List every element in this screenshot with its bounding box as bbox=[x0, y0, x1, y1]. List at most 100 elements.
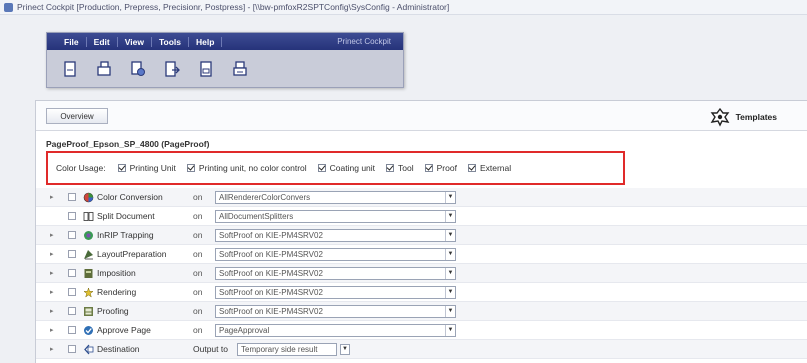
checkbox-label: Printing unit, no color control bbox=[198, 163, 307, 173]
app-icon bbox=[4, 2, 13, 12]
step-enable-checkbox[interactable] bbox=[68, 288, 76, 296]
step-row-split-document: Split Document on AllDocumentSplitters ▼ bbox=[36, 207, 807, 226]
document-edit-button[interactable] bbox=[197, 60, 215, 78]
step-processor-select[interactable]: SoftProof on KIE-PM4SRV02 ▼ bbox=[215, 228, 456, 242]
step-name: Color Conversion bbox=[97, 192, 163, 202]
color-usage-group: Color Usage: Printing Unit Printing unit… bbox=[46, 151, 625, 185]
tool-row bbox=[47, 50, 403, 88]
expand-arrow-icon[interactable]: ▸ bbox=[50, 250, 58, 258]
templates-icon bbox=[710, 107, 729, 127]
panel-caption: Prinect Cockpit bbox=[337, 37, 391, 46]
select-value: AllDocumentSplitters bbox=[219, 211, 294, 221]
step-name: Rendering bbox=[97, 287, 137, 297]
expand-arrow-icon[interactable]: ▸ bbox=[50, 345, 58, 353]
step-processor-select[interactable]: AllDocumentSplitters ▼ bbox=[215, 209, 456, 223]
overview-button[interactable]: Overview bbox=[46, 108, 108, 124]
step-name: Imposition bbox=[97, 268, 136, 278]
checkbox[interactable] bbox=[467, 164, 476, 172]
copy-document-icon bbox=[97, 61, 111, 76]
step-processor-select[interactable]: SoftProof on KIE-PM4SRV02 ▼ bbox=[215, 247, 456, 261]
checkbox[interactable] bbox=[386, 164, 395, 172]
window-title: Prinect Cockpit [Production, Prepress, P… bbox=[17, 2, 450, 12]
destination-icon bbox=[82, 343, 94, 355]
color-usage-proof[interactable]: Proof bbox=[424, 163, 457, 173]
color-usage-printing-unit[interactable]: Printing Unit bbox=[117, 163, 176, 173]
color-usage-tool[interactable]: Tool bbox=[386, 163, 414, 173]
layout-icon bbox=[82, 248, 94, 260]
chevron-down-icon[interactable]: ▼ bbox=[445, 324, 455, 336]
export-document-button[interactable] bbox=[163, 60, 181, 78]
checkbox-label: Tool bbox=[398, 163, 414, 173]
color-usage-coating-unit[interactable]: Coating unit bbox=[317, 163, 375, 173]
color-usage-external[interactable]: External bbox=[467, 163, 512, 173]
step-name: InRIP Trapping bbox=[97, 230, 154, 240]
menu-file[interactable]: File bbox=[57, 36, 87, 47]
toolbar-panel: File Edit View Tools Help Prinect Cockpi… bbox=[46, 32, 404, 88]
expand-arrow-icon[interactable]: ▸ bbox=[50, 231, 58, 239]
expand-arrow-icon[interactable]: ▸ bbox=[50, 326, 58, 334]
checkbox-label: External bbox=[479, 163, 512, 173]
select-value: SoftProof on KIE-PM4SRV02 bbox=[219, 249, 323, 259]
copy-document-button[interactable] bbox=[95, 60, 113, 78]
chevron-down-icon[interactable]: ▼ bbox=[445, 229, 455, 241]
checkbox[interactable] bbox=[424, 164, 433, 172]
document-settings-icon bbox=[131, 61, 145, 76]
templates-label: Templates bbox=[735, 112, 777, 122]
sequence-title: PageProof_Epson_SP_4800 (PageProof) bbox=[46, 139, 210, 149]
checkbox[interactable] bbox=[317, 164, 326, 172]
checkbox[interactable] bbox=[186, 164, 195, 172]
chevron-down-icon[interactable]: ▼ bbox=[445, 286, 455, 298]
step-enable-checkbox[interactable] bbox=[68, 231, 76, 239]
select-value: SoftProof on KIE-PM4SRV02 bbox=[219, 306, 323, 316]
print-document-button[interactable] bbox=[231, 60, 249, 78]
select-value: PageApproval bbox=[219, 325, 270, 335]
chevron-down-icon[interactable]: ▼ bbox=[445, 191, 455, 203]
chevron-down-icon[interactable]: ▼ bbox=[445, 210, 455, 222]
step-processor-select[interactable]: SoftProof on KIE-PM4SRV02 ▼ bbox=[215, 266, 456, 280]
document-settings-button[interactable] bbox=[129, 60, 147, 78]
expand-arrow-icon[interactable]: ▸ bbox=[50, 269, 58, 277]
expand-arrow-icon[interactable]: ▸ bbox=[50, 307, 58, 315]
step-name: Proofing bbox=[97, 306, 129, 316]
export-document-icon bbox=[165, 61, 180, 77]
step-enable-checkbox[interactable] bbox=[68, 269, 76, 277]
step-processor-select[interactable]: PageApproval ▼ bbox=[215, 323, 456, 337]
chevron-down-icon[interactable]: ▼ bbox=[445, 248, 455, 260]
approve-page-icon bbox=[82, 324, 94, 336]
menu-tools[interactable]: Tools bbox=[152, 36, 189, 47]
step-enable-checkbox[interactable] bbox=[68, 212, 76, 220]
print-document-icon bbox=[233, 61, 247, 76]
menu-help[interactable]: Help bbox=[189, 36, 223, 47]
color-usage-printing-unit-no-color[interactable]: Printing unit, no color control bbox=[186, 163, 307, 173]
step-enable-checkbox[interactable] bbox=[68, 345, 76, 353]
split-document-icon bbox=[82, 210, 94, 222]
step-name: Approve Page bbox=[97, 325, 151, 335]
window-title-bar: Prinect Cockpit [Production, Prepress, P… bbox=[0, 0, 807, 15]
expand-arrow-icon[interactable]: ▸ bbox=[50, 193, 58, 201]
step-processor-select[interactable]: SoftProof on KIE-PM4SRV02 ▼ bbox=[215, 304, 456, 318]
imposition-icon bbox=[82, 267, 94, 279]
step-enable-checkbox[interactable] bbox=[68, 250, 76, 258]
step-enable-checkbox[interactable] bbox=[68, 307, 76, 315]
checkbox-label: Printing Unit bbox=[129, 163, 176, 173]
step-on-label: on bbox=[193, 230, 203, 240]
chevron-down-icon[interactable]: ▼ bbox=[445, 267, 455, 279]
menu-edit[interactable]: Edit bbox=[87, 36, 118, 47]
chevron-down-icon[interactable]: ▼ bbox=[340, 343, 350, 355]
step-processor-select[interactable]: SoftProof on KIE-PM4SRV02 ▼ bbox=[215, 285, 456, 299]
checkbox[interactable] bbox=[117, 164, 126, 172]
menu-view[interactable]: View bbox=[118, 36, 152, 47]
step-row-layout-preparation: ▸ LayoutPreparation on SoftProof on KIE-… bbox=[36, 245, 807, 264]
expand-arrow-icon[interactable]: ▸ bbox=[50, 288, 58, 296]
new-document-button[interactable] bbox=[61, 60, 79, 78]
chevron-down-icon[interactable]: ▼ bbox=[445, 305, 455, 317]
destination-select[interactable]: Temporary side result bbox=[237, 342, 337, 356]
select-value: SoftProof on KIE-PM4SRV02 bbox=[219, 230, 323, 240]
step-enable-checkbox[interactable] bbox=[68, 193, 76, 201]
templates-link[interactable]: Templates bbox=[710, 107, 777, 127]
step-processor-select[interactable]: AllRendererColorConvers ▼ bbox=[215, 190, 456, 204]
select-value: SoftProof on KIE-PM4SRV02 bbox=[219, 287, 323, 297]
step-enable-checkbox[interactable] bbox=[68, 326, 76, 334]
checkbox-label: Proof bbox=[436, 163, 457, 173]
rendering-icon bbox=[82, 286, 94, 298]
